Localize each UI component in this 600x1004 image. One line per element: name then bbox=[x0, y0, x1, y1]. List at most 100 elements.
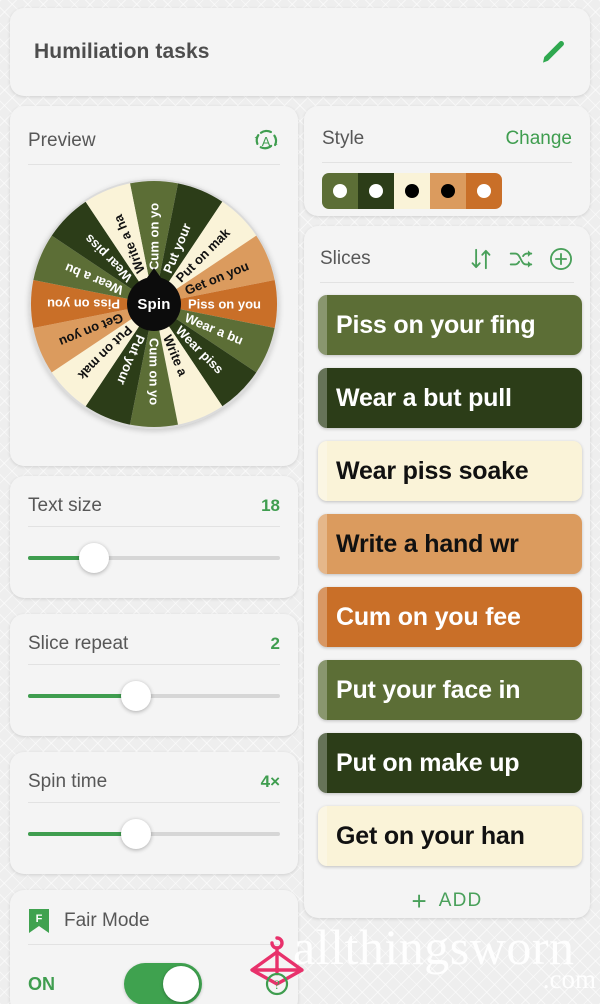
slice-item[interactable]: Write a hand wr bbox=[318, 514, 582, 574]
slice-item-label: Piss on your fing bbox=[336, 310, 536, 339]
spin-label: Spin bbox=[137, 295, 171, 313]
add-slice-button[interactable]: + ADD bbox=[304, 879, 590, 918]
slice-repeat-divider bbox=[28, 664, 280, 665]
style-panel: Style Change bbox=[304, 106, 590, 216]
fair-mode-switch[interactable] bbox=[124, 963, 202, 1004]
slice-repeat-slider-thumb[interactable] bbox=[121, 681, 152, 711]
shuffle-icon[interactable] bbox=[508, 246, 534, 272]
preview-panel: Preview A Cum on yo Put your Put on mak Get… bbox=[10, 106, 298, 466]
slice-repeat-label: Slice repeat bbox=[28, 633, 129, 654]
slice-drag-handle[interactable] bbox=[318, 660, 327, 720]
palette-swatch-dot bbox=[405, 184, 419, 198]
svg-text:?: ? bbox=[274, 977, 280, 992]
slice-list: Piss on your fing Wear a but pull Wear pis… bbox=[304, 295, 590, 866]
slice-item-label: Cum on you fee bbox=[336, 602, 521, 631]
slice-item[interactable]: Piss on your fing bbox=[318, 295, 582, 355]
wheel-slice-label: Cum on yo bbox=[147, 203, 162, 270]
palette-swatch-dot bbox=[369, 184, 383, 198]
style-divider bbox=[322, 162, 572, 163]
text-size-slider-thumb[interactable] bbox=[78, 543, 109, 573]
spin-time-slider[interactable] bbox=[28, 819, 280, 849]
palette-swatch-dot bbox=[477, 184, 491, 198]
palette-swatch-1[interactable] bbox=[358, 173, 394, 209]
slice-item-label: Put on make up bbox=[336, 748, 520, 777]
slice-item[interactable]: Wear piss soake bbox=[318, 441, 582, 501]
slice-drag-handle[interactable] bbox=[318, 441, 327, 501]
slices-label: Slices bbox=[320, 248, 371, 269]
spin-time-panel: Spin time 4× bbox=[10, 752, 298, 874]
slice-drag-handle[interactable] bbox=[318, 806, 327, 866]
wheel-slice-label: Piss on you bbox=[47, 297, 120, 312]
slice-item[interactable]: Wear a but pull bbox=[318, 368, 582, 428]
page-title: Humiliation tasks bbox=[34, 40, 210, 63]
auto-refresh-icon[interactable]: A bbox=[252, 127, 280, 155]
wheel-preview[interactable]: Cum on yo Put your Put on mak Get on you Pis… bbox=[29, 179, 279, 429]
text-size-panel: Text size 18 bbox=[10, 476, 298, 598]
palette-swatch-4[interactable] bbox=[466, 173, 502, 209]
style-label: Style bbox=[322, 128, 365, 149]
spin-time-slider-fill bbox=[28, 832, 137, 836]
slice-drag-handle[interactable] bbox=[318, 587, 327, 647]
slice-drag-handle[interactable] bbox=[318, 733, 327, 793]
text-size-slider[interactable] bbox=[28, 543, 280, 573]
palette-swatch-2[interactable] bbox=[394, 173, 430, 209]
slice-repeat-panel: Slice repeat 2 bbox=[10, 614, 298, 736]
slice-repeat-header: Slice repeat 2 bbox=[28, 626, 280, 662]
sort-arrows-icon[interactable] bbox=[468, 246, 494, 272]
style-header: Style Change bbox=[322, 118, 572, 160]
wheel-slice-label: Piss on you bbox=[188, 297, 261, 312]
preview-header: Preview A bbox=[28, 120, 280, 162]
svg-text:A: A bbox=[262, 134, 271, 149]
svg-text:F: F bbox=[36, 913, 43, 925]
palette-swatch-0[interactable] bbox=[322, 173, 358, 209]
slices-divider bbox=[320, 282, 574, 283]
slice-item-label: Get on your han bbox=[336, 821, 525, 850]
slice-item-label: Wear a but pull bbox=[336, 383, 512, 412]
pencil-icon[interactable] bbox=[538, 37, 568, 67]
slices-panel: Slices Piss on your fing Wear a but pull W… bbox=[304, 226, 590, 918]
text-size-divider bbox=[28, 526, 280, 527]
fair-mode-toggle-row: ON bbox=[28, 963, 280, 1004]
style-palette[interactable] bbox=[322, 173, 502, 209]
watermark-dotcom: .com bbox=[542, 964, 596, 994]
slice-drag-handle[interactable] bbox=[318, 295, 327, 355]
slice-drag-handle[interactable] bbox=[318, 514, 327, 574]
spin-button[interactable]: Spin bbox=[127, 277, 181, 331]
palette-swatch-dot bbox=[333, 184, 347, 198]
slice-item[interactable]: Put on make up bbox=[318, 733, 582, 793]
text-size-header: Text size 18 bbox=[28, 488, 280, 524]
slice-repeat-slider[interactable] bbox=[28, 681, 280, 711]
slice-item[interactable]: Put your face in bbox=[318, 660, 582, 720]
palette-swatch-dot bbox=[441, 184, 455, 198]
watermark-text: allthingsworn bbox=[293, 919, 575, 975]
slice-item[interactable]: Cum on you fee bbox=[318, 587, 582, 647]
slice-drag-handle[interactable] bbox=[318, 368, 327, 428]
palette-swatch-3[interactable] bbox=[430, 173, 466, 209]
fair-mode-header: F Fair Mode bbox=[28, 900, 280, 942]
text-size-value: 18 bbox=[261, 496, 280, 515]
add-plus-icon: + bbox=[411, 886, 427, 916]
slice-item-label: Wear piss soake bbox=[336, 456, 529, 485]
hanger-logo-icon: ? bbox=[250, 936, 304, 996]
slice-item[interactable]: Get on your han bbox=[318, 806, 582, 866]
slices-actions bbox=[468, 246, 574, 272]
slice-item-label: Put your face in bbox=[336, 675, 521, 704]
spin-time-slider-thumb[interactable] bbox=[121, 819, 152, 849]
add-circle-icon[interactable] bbox=[548, 246, 574, 272]
page-header: Humiliation tasks bbox=[10, 8, 590, 96]
fair-mode-label: Fair Mode bbox=[64, 910, 150, 931]
wheel-slice-label: Cum on yo bbox=[147, 338, 162, 405]
spin-time-header: Spin time 4× bbox=[28, 764, 280, 800]
spin-time-value: 4× bbox=[260, 772, 280, 791]
slice-repeat-slider-fill bbox=[28, 694, 137, 698]
slice-repeat-value: 2 bbox=[270, 634, 280, 653]
preview-divider bbox=[28, 164, 280, 165]
add-slice-label: ADD bbox=[438, 890, 483, 911]
preview-label: Preview bbox=[28, 130, 96, 151]
style-change-button[interactable]: Change bbox=[505, 128, 572, 150]
fair-flag-icon: F bbox=[29, 909, 49, 933]
fair-mode-state: ON bbox=[28, 973, 55, 994]
slices-header: Slices bbox=[304, 238, 590, 280]
spin-time-divider bbox=[28, 802, 280, 803]
fair-mode-divider bbox=[28, 944, 280, 945]
